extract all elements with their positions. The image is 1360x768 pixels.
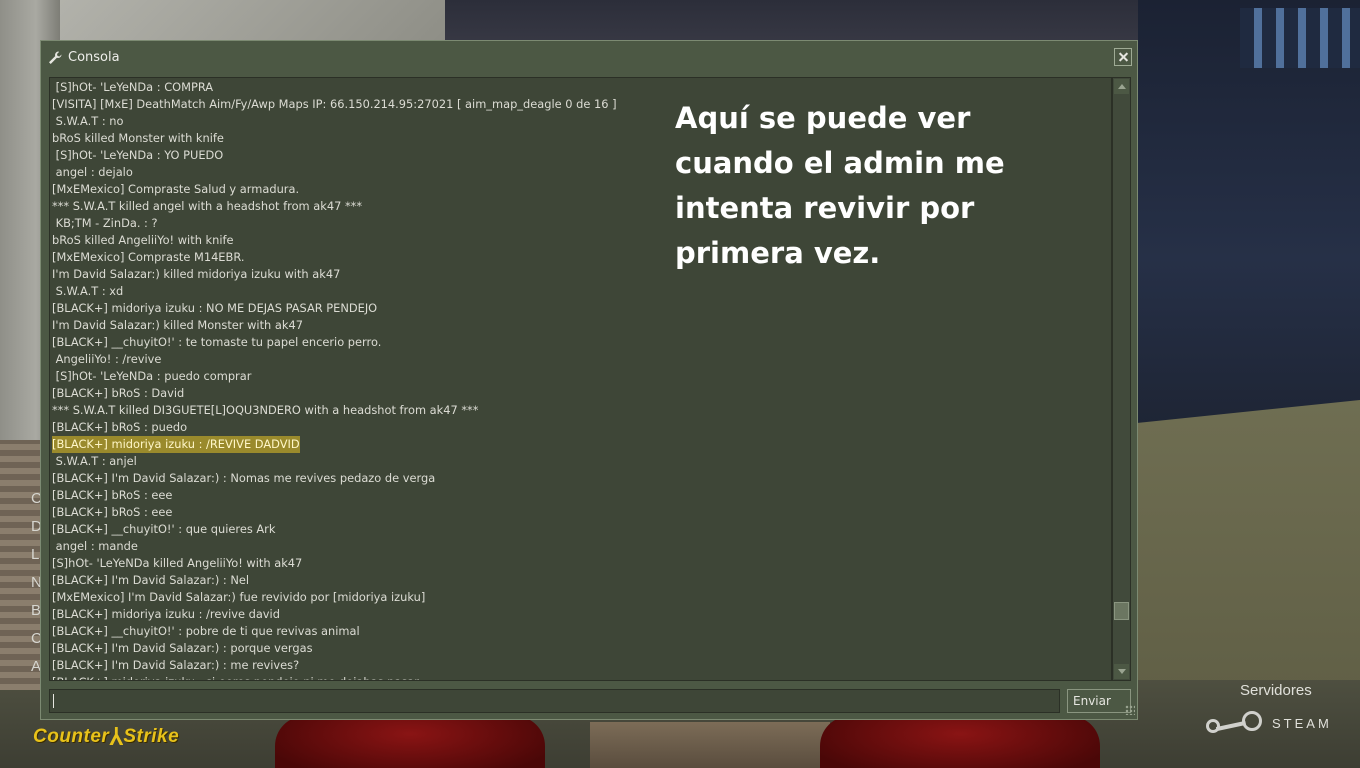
annotation-line: cuando el admin me bbox=[675, 146, 1005, 180]
log-line: [BLACK+] __chuyitO!' : que quieres Ark bbox=[52, 522, 276, 536]
log-line: S.W.A.T : anjel bbox=[52, 454, 137, 468]
log-line: [MxEMexico] I'm David Salazar:) fue revi… bbox=[52, 590, 426, 604]
counter-strike-logo: Counter Strike bbox=[33, 726, 179, 748]
log-line: *** S.W.A.T killed angel with a headshot… bbox=[52, 199, 363, 213]
log-line: S.W.A.T : no bbox=[52, 114, 124, 128]
log-line: I'm David Salazar:) killed Monster with … bbox=[52, 318, 303, 332]
log-line: [MxEMexico] Compraste Salud y armadura. bbox=[52, 182, 300, 196]
log-line: angel : mande bbox=[52, 539, 138, 553]
console-titlebar[interactable]: Consola bbox=[41, 41, 1137, 75]
text-caret bbox=[53, 694, 54, 708]
log-line: [VISITA] [MxE] DeathMatch Aim/Fy/Awp Map… bbox=[52, 97, 617, 111]
log-line: [S]hOt- 'LeYeNDa : puedo comprar bbox=[52, 369, 252, 383]
scroll-down-arrow-icon[interactable] bbox=[1114, 664, 1129, 679]
wrench-icon bbox=[49, 51, 62, 64]
log-line: AngeliiYo! : /revive bbox=[52, 352, 162, 366]
logo-text-right: Strike bbox=[123, 726, 180, 747]
building-windows bbox=[1240, 8, 1360, 68]
close-button[interactable] bbox=[1114, 48, 1132, 66]
resize-grip-icon[interactable] bbox=[1125, 705, 1135, 715]
log-line: [S]hOt- 'LeYeNDa killed AngeliiYo! with … bbox=[52, 556, 303, 570]
log-line: [BLACK+] I'm David Salazar:) : Nomas me … bbox=[52, 471, 436, 485]
log-line: [BLACK+] midoriya izuku : si eeres pende… bbox=[52, 674, 617, 680]
log-line: S.W.A.T : xd bbox=[52, 284, 124, 298]
annotation-text: Aquí se puede ver cuando el admin me int… bbox=[675, 96, 1105, 276]
steam-label: STEAM bbox=[1272, 715, 1332, 731]
annotation-line: primera vez. bbox=[675, 236, 881, 270]
log-scrollbar[interactable] bbox=[1112, 77, 1131, 681]
logo-text-left: Counter bbox=[33, 726, 110, 747]
log-line: bRoS killed AngeliiYo! with knife bbox=[52, 233, 234, 247]
log-lines: [S]hOt- 'LeYeNDa : COMPRA [VISITA] [MxE] … bbox=[52, 79, 617, 680]
soldier-icon bbox=[109, 727, 124, 745]
command-input[interactable] bbox=[49, 689, 1060, 713]
log-line: [S]hOt- 'LeYeNDa : COMPRA bbox=[52, 80, 214, 94]
steam-logo: STEAM bbox=[1206, 711, 1332, 735]
log-line: I'm David Salazar:) killed midoriya izuk… bbox=[52, 267, 341, 281]
log-line: [BLACK+] midoriya izuku : /revive david bbox=[52, 607, 280, 621]
servers-link[interactable]: Servidores bbox=[1240, 682, 1312, 699]
log-line: [BLACK+] bRoS : eee bbox=[52, 488, 173, 502]
log-line: bRoS killed Monster with knife bbox=[52, 131, 224, 145]
steam-icon bbox=[1206, 711, 1266, 735]
command-row: Enviar bbox=[49, 689, 1131, 715]
weapon-hand-right bbox=[820, 716, 1100, 768]
log-line: [BLACK+] I'm David Salazar:) : porque ve… bbox=[52, 641, 313, 655]
weapon-hand-left bbox=[275, 716, 545, 768]
log-line: [S]hOt- 'LeYeNDa : YO PUEDO bbox=[52, 148, 224, 162]
log-line: [BLACK+] bRoS : puedo bbox=[52, 420, 188, 434]
log-line-highlighted: [BLACK+] midoriya izuku : /REVIVE DADVID bbox=[52, 436, 300, 453]
log-line: angel : dejalo bbox=[52, 165, 133, 179]
log-line: [BLACK+] midoriya izuku : NO ME DEJAS PA… bbox=[52, 301, 378, 315]
floor-plank bbox=[590, 722, 830, 768]
annotation-line: intenta revivir por bbox=[675, 191, 975, 225]
log-line: [BLACK+] __chuyitO!' : te tomaste tu pap… bbox=[52, 335, 382, 349]
send-button[interactable]: Enviar bbox=[1067, 689, 1131, 713]
log-line: [BLACK+] I'm David Salazar:) : Nel bbox=[52, 573, 250, 587]
log-line: [BLACK+] I'm David Salazar:) : me revive… bbox=[52, 658, 300, 672]
log-line: [BLACK+] bRoS : eee bbox=[52, 505, 173, 519]
scroll-up-arrow-icon[interactable] bbox=[1114, 79, 1129, 94]
log-line: [BLACK+] __chuyitO!' : pobre de ti que r… bbox=[52, 624, 360, 638]
log-line: *** S.W.A.T killed DI3GUETE[L]OQU3NDERO … bbox=[52, 403, 479, 417]
scroll-thumb[interactable] bbox=[1114, 602, 1129, 620]
annotation-line: Aquí se puede ver bbox=[675, 101, 971, 135]
building-right bbox=[1138, 0, 1360, 470]
log-line: [BLACK+] bRoS : David bbox=[52, 386, 185, 400]
log-line: [MxEMexico] Compraste M14EBR. bbox=[52, 250, 245, 264]
wall-top bbox=[0, 0, 445, 45]
console-title: Consola bbox=[68, 50, 120, 65]
log-line: KB;TM - ZinDa. : ? bbox=[52, 216, 158, 230]
